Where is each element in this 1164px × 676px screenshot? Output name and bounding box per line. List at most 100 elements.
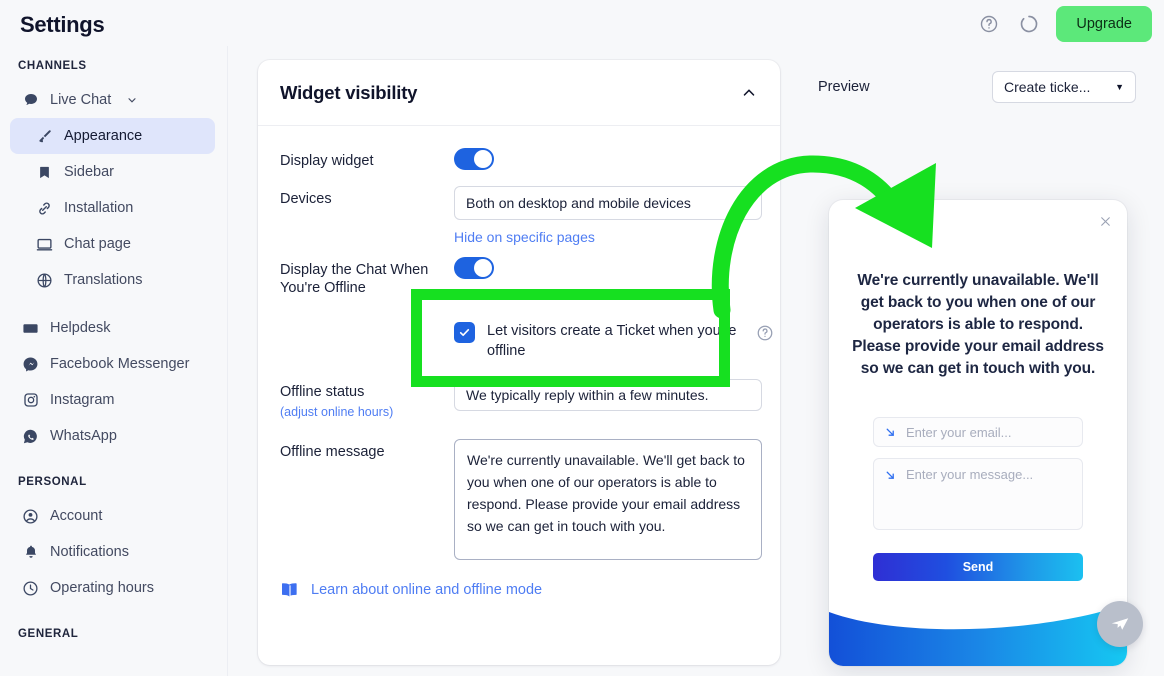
sidebar-item-sidebar[interactable]: Sidebar — [10, 154, 215, 190]
sidebar-item-translations[interactable]: Translations — [10, 262, 215, 298]
sidebar-group-channels: CHANNELS — [18, 60, 87, 72]
devices-label: Devices — [280, 191, 332, 207]
sidebar-item-facebook-messenger[interactable]: Facebook Messenger — [10, 346, 215, 382]
sidebar-item-label: Live Chat — [50, 92, 112, 108]
sidebar-item-live-chat[interactable]: Live Chat — [10, 82, 215, 118]
widget-email-field[interactable]: Enter your email... — [873, 417, 1083, 447]
ticket-checkbox-row[interactable]: Let visitors create a Ticket when you're… — [454, 321, 746, 361]
sidebar-item-label: Sidebar — [64, 164, 114, 180]
sidebar-item-label: Facebook Messenger — [50, 356, 190, 372]
sidebar-item-chat-page[interactable]: Chat page — [10, 226, 215, 262]
question-circle-icon[interactable] — [976, 11, 1002, 37]
caret-down-icon: ▼ — [1115, 82, 1124, 92]
sidebar-group-personal: PERSONAL — [18, 476, 87, 488]
sidebar-item-label: Operating hours — [50, 580, 154, 596]
messenger-icon — [22, 356, 39, 373]
sidebar-item-label: Appearance — [64, 128, 143, 144]
monitor-icon — [36, 236, 53, 253]
link-icon — [36, 200, 53, 217]
arrow-down-right-icon — [884, 469, 897, 482]
loading-spinner-icon[interactable] — [1016, 11, 1042, 37]
question-circle-icon[interactable] — [756, 324, 774, 342]
toggle-knob — [474, 259, 492, 277]
chevron-down-icon[interactable] — [126, 94, 138, 106]
settings-page: Settings Upgrade CHANNELS Live Chat Appe… — [0, 0, 1164, 676]
sidebar-item-account[interactable]: Account — [10, 498, 215, 534]
top-bar: Settings Upgrade — [0, 0, 1164, 46]
sidebar-item-label: Installation — [64, 200, 134, 216]
toggle-knob — [474, 150, 492, 168]
caret-down-icon: ▼ — [741, 198, 750, 208]
book-icon — [280, 582, 300, 598]
widget-launcher-button[interactable] — [1097, 601, 1143, 647]
card-title: Widget visibility — [280, 81, 418, 103]
sidebar-item-instagram[interactable]: Instagram — [10, 382, 215, 418]
widget-message-field[interactable]: Enter your message... — [873, 458, 1083, 530]
widget-send-button[interactable]: Send — [873, 553, 1083, 581]
display-widget-label: Display widget — [280, 153, 374, 169]
widget-email-placeholder: Enter your email... — [906, 424, 1012, 440]
row-offline-status: Offline status (adjust online hours) We … — [280, 379, 762, 421]
sidebar-item-label: Instagram — [50, 392, 115, 408]
ticket-checkbox[interactable] — [454, 322, 475, 343]
preview-mode-select[interactable]: Create ticke... ▼ — [992, 71, 1136, 103]
sidebar-item-label: Chat page — [64, 236, 131, 252]
sidebar-item-label: Translations — [64, 272, 143, 288]
offline-message-textarea[interactable]: We're currently unavailable. We'll get b… — [454, 439, 762, 560]
sidebar[interactable]: CHANNELS Live Chat Appearance Sidebar In… — [0, 46, 228, 676]
learn-link-label: Learn about online and offline mode — [311, 582, 543, 598]
sidebar-group-general: GENERAL — [18, 628, 79, 640]
devices-select-value: Both on desktop and mobile devices — [466, 195, 691, 211]
chevron-up-icon[interactable] — [740, 84, 758, 102]
sidebar-item-appearance[interactable]: Appearance — [10, 118, 215, 154]
widget-offline-message: We're currently unavailable. We'll get b… — [852, 272, 1104, 377]
envelope-icon — [22, 320, 39, 337]
offline-status-input[interactable]: We typically reply within a few minutes. — [454, 379, 762, 411]
ticket-checkbox-label: Let visitors create a Ticket when you're… — [487, 323, 737, 359]
sidebar-item-label: Account — [50, 508, 103, 524]
learn-online-offline-link[interactable]: Learn about online and offline mode — [280, 582, 780, 598]
offline-status-label: Offline status (adjust online hours) — [280, 379, 454, 421]
row-devices: Devices Both on desktop and mobile devic… — [280, 186, 762, 247]
row-offline-chat: Display the Chat When You're Offline — [280, 257, 758, 297]
row-offline-message: Offline message We're currently unavaila… — [280, 439, 762, 560]
sidebar-item-notifications[interactable]: Notifications — [10, 534, 215, 570]
preview-label: Preview — [818, 79, 870, 95]
upgrade-button[interactable]: Upgrade — [1056, 6, 1152, 42]
chat-widget-preview: We're currently unavailable. We'll get b… — [829, 200, 1127, 666]
sidebar-item-installation[interactable]: Installation — [10, 190, 215, 226]
page-title: Settings — [20, 12, 105, 37]
arrow-down-right-icon — [884, 426, 897, 439]
sidebar-item-helpdesk[interactable]: Helpdesk — [10, 310, 215, 346]
sidebar-item-label: Helpdesk — [50, 320, 111, 336]
widget-footer-decoration — [829, 590, 1127, 666]
row-ticket-checkbox: Let visitors create a Ticket when you're… — [280, 321, 773, 361]
card-body: Display widget Devices Both on desktop a… — [258, 126, 780, 560]
close-icon[interactable] — [1095, 211, 1115, 231]
widget-visibility-card: Widget visibility Display widget Devices… — [258, 60, 780, 665]
sidebar-item-label: WhatsApp — [50, 428, 117, 444]
bell-icon — [22, 544, 39, 561]
offline-chat-toggle[interactable] — [454, 257, 494, 279]
offline-message-label: Offline message — [280, 444, 385, 460]
bookmark-icon — [36, 164, 53, 181]
sidebar-item-label: Notifications — [50, 544, 129, 560]
paintbrush-icon — [36, 128, 53, 145]
globe-icon — [36, 272, 53, 289]
adjust-online-hours-link[interactable]: (adjust online hours) — [280, 403, 454, 421]
devices-select[interactable]: Both on desktop and mobile devices ▼ — [454, 186, 762, 220]
chat-bubble-icon — [22, 92, 39, 109]
display-widget-toggle[interactable] — [454, 148, 494, 170]
instagram-icon — [22, 392, 39, 409]
widget-message-placeholder: Enter your message... — [906, 467, 1034, 482]
row-display-widget: Display widget — [280, 148, 758, 170]
card-header: Widget visibility — [258, 60, 780, 126]
sidebar-item-whatsapp[interactable]: WhatsApp — [10, 418, 215, 454]
hide-on-specific-pages-link[interactable]: Hide on specific pages — [454, 229, 595, 245]
preview-mode-value: Create ticke... — [1004, 79, 1091, 95]
user-circle-icon — [22, 508, 39, 525]
clock-icon — [22, 580, 39, 597]
top-bar-actions: Upgrade — [976, 6, 1152, 42]
whatsapp-icon — [22, 428, 39, 445]
sidebar-item-operating-hours[interactable]: Operating hours — [10, 570, 215, 606]
